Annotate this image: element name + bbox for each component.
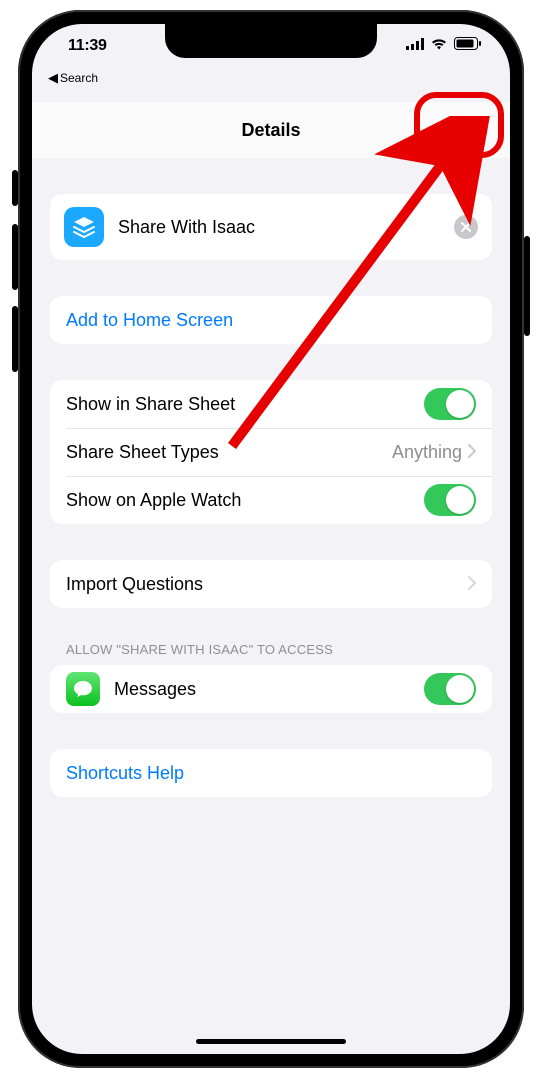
home-screen-group: Add to Home Screen (50, 296, 492, 344)
shortcut-name-group: Share With Isaac (50, 194, 492, 260)
shortcut-icon (64, 207, 104, 247)
show-on-apple-watch-row: Show on Apple Watch (50, 476, 492, 524)
chevron-right-icon (468, 576, 476, 593)
content: Share With Isaac Add to Home Screen Show… (32, 194, 510, 797)
back-arrow-icon: ◀ (48, 70, 58, 86)
show-in-share-sheet-label: Show in Share Sheet (66, 394, 424, 415)
import-questions-label: Import Questions (66, 574, 468, 595)
show-on-apple-watch-toggle[interactable] (424, 484, 476, 516)
phone-side-button (524, 236, 530, 336)
show-in-share-sheet-toggle[interactable] (424, 388, 476, 420)
show-on-apple-watch-label: Show on Apple Watch (66, 490, 424, 511)
share-sheet-types-value: Anything (392, 442, 462, 463)
clear-name-button[interactable] (454, 215, 478, 239)
add-to-home-screen-label: Add to Home Screen (66, 310, 476, 331)
messages-label: Messages (114, 679, 424, 700)
done-button[interactable]: Done (443, 120, 488, 141)
share-sheet-types-label: Share Sheet Types (66, 442, 392, 463)
wifi-icon (430, 37, 448, 55)
show-in-share-sheet-row: Show in Share Sheet (50, 380, 492, 428)
phone-frame: 11:39 ◀ Search Details Done (18, 10, 524, 1068)
cellular-icon (406, 37, 424, 55)
back-label: Search (60, 71, 98, 85)
share-sheet-types-row[interactable]: Share Sheet Types Anything (50, 428, 492, 476)
messages-app-icon (66, 672, 100, 706)
back-to-search[interactable]: ◀ Search (32, 68, 510, 94)
nav-bar: Details Done (32, 102, 510, 158)
page-title: Details (241, 120, 300, 141)
help-group: Shortcuts Help (50, 749, 492, 797)
battery-icon (454, 37, 482, 55)
status-icons (406, 37, 482, 55)
add-to-home-screen-row[interactable]: Add to Home Screen (50, 296, 492, 344)
shortcuts-help-row[interactable]: Shortcuts Help (50, 749, 492, 797)
screen: 11:39 ◀ Search Details Done (32, 24, 510, 1054)
access-section-header: ALLOW "SHARE WITH ISAAC" TO ACCESS (66, 642, 492, 657)
chevron-right-icon (468, 444, 476, 461)
home-indicator[interactable] (196, 1039, 346, 1044)
shortcut-name: Share With Isaac (118, 217, 454, 238)
status-time: 11:39 (68, 37, 107, 55)
shortcuts-help-label: Shortcuts Help (66, 763, 476, 784)
messages-access-row: Messages (50, 665, 492, 713)
import-questions-row[interactable]: Import Questions (50, 560, 492, 608)
import-questions-group: Import Questions (50, 560, 492, 608)
shortcut-name-row[interactable]: Share With Isaac (50, 194, 492, 260)
share-settings-group: Show in Share Sheet Share Sheet Types An… (50, 380, 492, 524)
notch (165, 24, 377, 58)
messages-access-toggle[interactable] (424, 673, 476, 705)
access-group: Messages (50, 665, 492, 713)
